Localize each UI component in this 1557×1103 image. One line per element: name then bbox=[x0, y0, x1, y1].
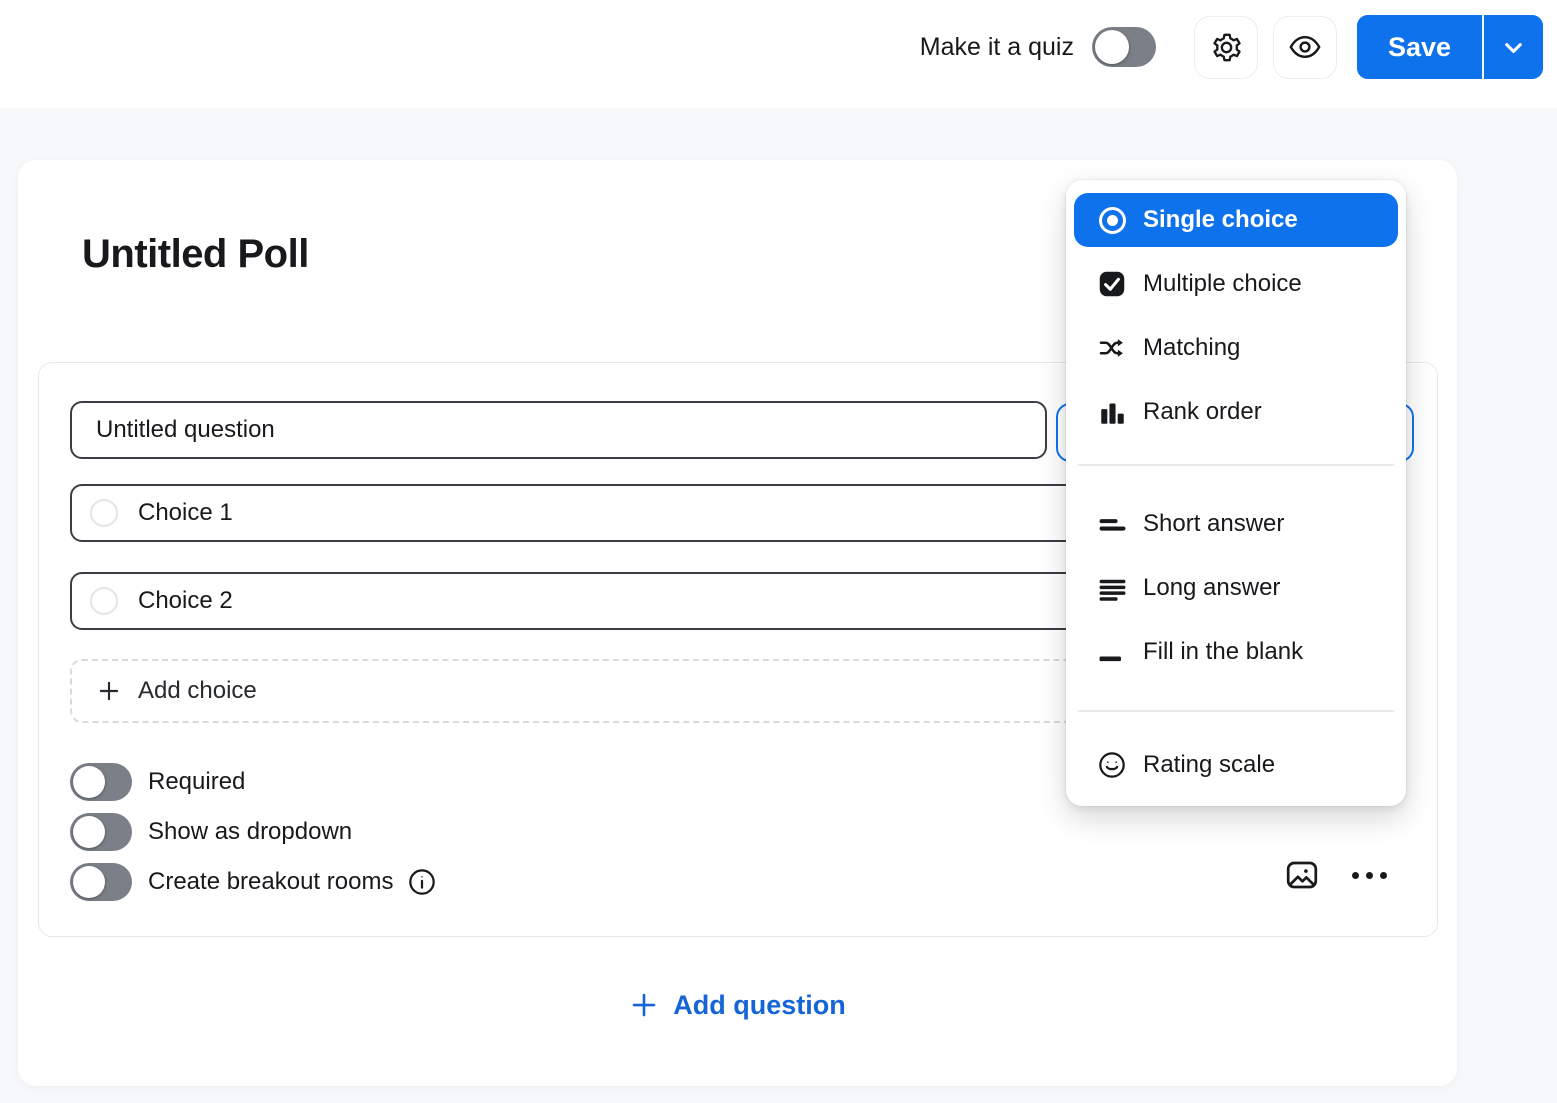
create-breakout-rooms-label: Create breakout rooms bbox=[148, 868, 393, 896]
question-more-options-button[interactable] bbox=[1352, 863, 1387, 887]
menu-item-fill-in-the-blank[interactable]: Fill in the blank bbox=[1074, 625, 1398, 679]
settings-button[interactable] bbox=[1194, 16, 1258, 79]
radio-icon bbox=[90, 587, 118, 615]
save-options-button[interactable] bbox=[1484, 15, 1543, 79]
add-choice-label: Add choice bbox=[138, 677, 257, 705]
menu-divider bbox=[1078, 710, 1394, 712]
gear-icon bbox=[1210, 31, 1243, 64]
save-split-button: Save bbox=[1357, 15, 1543, 79]
add-image-button[interactable] bbox=[1282, 855, 1322, 895]
menu-item-rating-scale[interactable]: Rating scale bbox=[1074, 738, 1398, 792]
question-text-input[interactable] bbox=[70, 401, 1047, 459]
plus-icon bbox=[96, 678, 122, 704]
preview-button[interactable] bbox=[1273, 16, 1337, 79]
toggle-knob bbox=[73, 866, 105, 898]
breakout-toggle-row: Create breakout rooms bbox=[70, 862, 436, 902]
menu-item-rank-order[interactable]: Rank order bbox=[1074, 385, 1398, 439]
show-as-dropdown-toggle[interactable] bbox=[70, 813, 132, 851]
menu-divider bbox=[1078, 464, 1394, 466]
checkbox-icon bbox=[1096, 268, 1128, 300]
toolbar-actions: Make it a quiz Save bbox=[920, 0, 1543, 94]
info-icon[interactable] bbox=[408, 868, 436, 896]
menu-item-multiple-choice[interactable]: Multiple choice bbox=[1074, 257, 1398, 311]
radio-selected-icon bbox=[1096, 204, 1128, 236]
add-question-button[interactable]: Add question bbox=[18, 982, 1457, 1028]
required-toggle-row: Required bbox=[70, 762, 245, 802]
menu-item-single-choice[interactable]: Single choice bbox=[1074, 193, 1398, 247]
eye-icon bbox=[1288, 30, 1322, 64]
radio-icon bbox=[90, 499, 118, 527]
toggle-knob bbox=[73, 816, 105, 848]
required-toggle[interactable] bbox=[70, 763, 132, 801]
show-as-dropdown-label: Show as dropdown bbox=[148, 818, 352, 846]
image-icon bbox=[1284, 857, 1320, 893]
underscore-icon bbox=[1096, 636, 1128, 668]
ellipsis-icon bbox=[1352, 872, 1387, 879]
required-label: Required bbox=[148, 768, 245, 796]
add-question-label: Add question bbox=[673, 990, 845, 1021]
short-lines-icon bbox=[1096, 508, 1128, 540]
menu-item-long-answer[interactable]: Long answer bbox=[1074, 561, 1398, 615]
make-it-a-quiz-toggle[interactable] bbox=[1092, 27, 1156, 67]
top-toolbar: Make it a quiz Save bbox=[0, 0, 1557, 108]
poll-title[interactable]: Untitled Poll bbox=[82, 232, 309, 277]
make-it-a-quiz-label: Make it a quiz bbox=[920, 33, 1074, 62]
long-lines-icon bbox=[1096, 572, 1128, 604]
menu-item-short-answer[interactable]: Short answer bbox=[1074, 497, 1398, 551]
bar-chart-icon bbox=[1096, 396, 1128, 428]
question-type-menu: Single choice Multiple choice Matching bbox=[1066, 180, 1406, 806]
toggle-knob bbox=[1095, 30, 1129, 64]
menu-item-matching[interactable]: Matching bbox=[1074, 321, 1398, 375]
plus-icon bbox=[629, 990, 659, 1020]
create-breakout-rooms-toggle[interactable] bbox=[70, 863, 132, 901]
dropdown-toggle-row: Show as dropdown bbox=[70, 812, 352, 852]
toggle-knob bbox=[73, 766, 105, 798]
smiley-icon bbox=[1096, 749, 1128, 781]
shuffle-icon bbox=[1096, 332, 1128, 364]
save-button[interactable]: Save bbox=[1357, 15, 1482, 79]
chevron-down-icon bbox=[1500, 34, 1527, 61]
